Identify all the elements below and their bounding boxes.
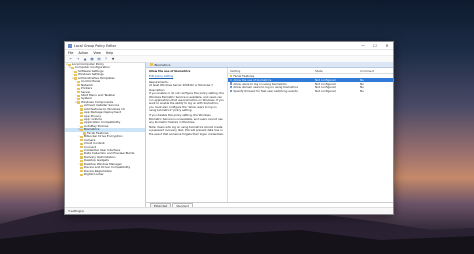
folder-icon (80, 111, 83, 114)
maximize-button[interactable]: ☐ (369, 43, 381, 48)
title-bar: Local Group Policy Editor — ☐ ✕ (65, 42, 393, 50)
details-split: Allow the use of biometrics Edit policy … (146, 68, 393, 202)
state-cell: Not configured (315, 89, 336, 94)
description-paragraph-1: If you enable or do not configure this p… (149, 91, 224, 112)
menu-view[interactable]: View (93, 51, 101, 55)
tree-node[interactable]: Digital Locker (65, 172, 145, 176)
folder-icon (80, 166, 83, 169)
back-button[interactable]: ← (68, 57, 74, 61)
folder-icon (80, 149, 83, 152)
column-comment[interactable]: Comment (360, 69, 393, 73)
settings-list: Setting State Comment Facial Features All… (228, 68, 393, 202)
description-paragraph-2: If you disable this policy setting, the … (149, 113, 223, 124)
folder-icon (80, 153, 83, 156)
show-hide-tree-button[interactable]: ▦ (89, 57, 95, 61)
window-title: Local Group Policy Editor (74, 43, 117, 48)
folder-icon (80, 104, 83, 108)
folder-icon (80, 173, 83, 176)
folder-icon (150, 63, 153, 66)
folder-icon (77, 94, 80, 97)
description-panel: Allow the use of biometrics Edit policy … (146, 68, 228, 202)
policy-title: Allow the use of biometrics (149, 69, 191, 73)
export-list-button[interactable]: ▤ (96, 57, 102, 61)
folder-icon (80, 163, 83, 166)
folder-icon (80, 142, 83, 145)
tree-node-label: Digital Locker (84, 172, 104, 176)
folder-icon (77, 91, 80, 94)
column-state[interactable]: State (315, 69, 360, 73)
comment-cell: No (360, 89, 364, 94)
edit-policy-link[interactable]: Edit policy setting (149, 74, 224, 78)
folder-icon (74, 73, 77, 77)
folder-icon (80, 146, 83, 149)
folder-icon (80, 125, 83, 128)
folder-icon (80, 122, 83, 125)
menu-help[interactable]: Help (106, 51, 113, 55)
help-button[interactable]: ? (103, 57, 109, 61)
setting-name: Specify timeout for fast user switching … (233, 89, 298, 94)
menu-action[interactable]: Action (78, 51, 88, 55)
menu-file[interactable]: File (68, 51, 73, 55)
details-header-label: Biometrics (154, 62, 171, 67)
table-row[interactable]: Specify timeout for fast user switching … (228, 89, 393, 93)
settings-rows: Facial Features Allow the use of biometri… (228, 74, 393, 93)
filter-icon[interactable]: ▼ (110, 57, 116, 61)
requirements-text: At least Windows Server 2008 R2 or Windo… (149, 82, 213, 87)
gpedit-window: Local Group Policy Editor — ☐ ✕ File Act… (64, 41, 394, 215)
folder-icon (80, 108, 83, 111)
close-button[interactable]: ✕ (381, 43, 393, 48)
folder-icon (77, 80, 80, 83)
folder-icon (77, 87, 80, 90)
folder-icon (80, 135, 83, 138)
folder-icon (77, 98, 80, 101)
details-pane: Biometrics Allow the use of biometrics E… (146, 62, 393, 208)
folder-icon (80, 128, 83, 132)
minimize-button[interactable]: — (357, 43, 369, 48)
policy-setting-icon (230, 89, 233, 93)
folder-icon (77, 101, 80, 104)
folder-icon (74, 70, 77, 73)
folder-icon (80, 159, 83, 163)
column-setting[interactable]: Setting (228, 69, 315, 73)
folder-icon (80, 156, 83, 159)
status-bar: 3 setting(s) (65, 207, 393, 214)
forward-button[interactable]: → (75, 57, 81, 61)
up-level-button[interactable]: ▲ (82, 57, 88, 61)
description-paragraph-3: Note: Users who log on using biometrics … (149, 125, 224, 136)
setting-cell: Specify timeout for fast user switching … (228, 89, 315, 93)
gpedit-app-icon (68, 43, 72, 48)
folder-icon (80, 118, 83, 121)
main-content: ▾ Local Computer Policy ▾ Computer Configur… (65, 62, 393, 208)
navigation-tree[interactable]: ▾ Local Computer Policy ▾ Computer Configur… (65, 62, 146, 208)
